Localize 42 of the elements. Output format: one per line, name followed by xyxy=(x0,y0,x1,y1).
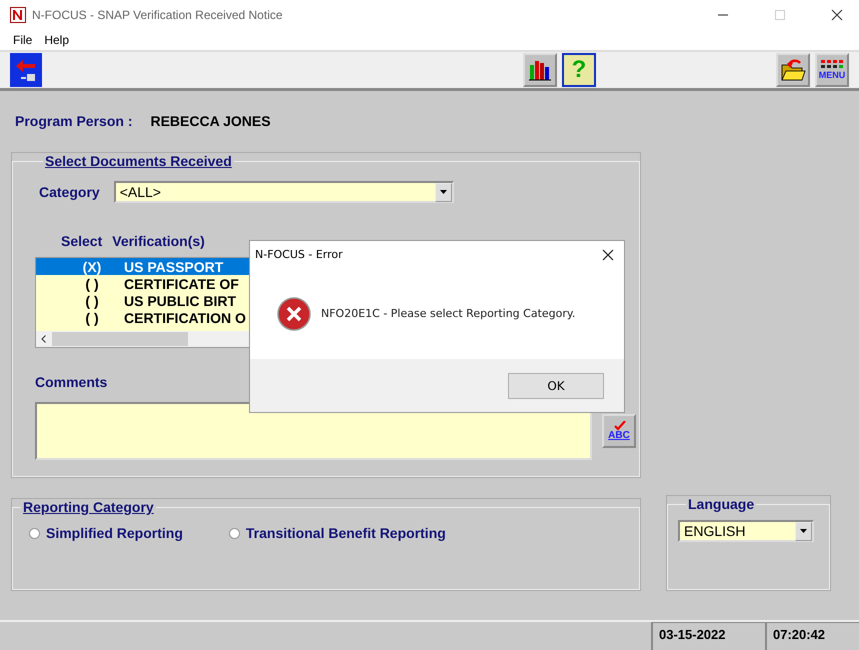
open-folder-button[interactable] xyxy=(776,53,810,87)
exit-button[interactable] xyxy=(10,53,42,87)
group-title: Select Documents Received xyxy=(44,153,233,169)
dialog-title: N-FOCUS - Error xyxy=(255,248,343,261)
verification-row[interactable]: ( ) US PUBLIC BIRT xyxy=(36,292,250,309)
status-time: 07:20:42 xyxy=(765,622,859,650)
scroll-left-icon[interactable] xyxy=(41,335,46,343)
dropdown-arrow-icon xyxy=(800,529,807,533)
chart-button[interactable] xyxy=(523,53,557,87)
error-message: NFO20E1C - Please select Reporting Category. xyxy=(321,307,576,320)
menu-button[interactable]: MENU xyxy=(815,53,849,87)
status-date: 03-15-2022 xyxy=(651,622,765,650)
category-label: Category xyxy=(39,184,100,200)
comments-label: Comments xyxy=(35,374,108,390)
error-icon xyxy=(277,296,311,330)
close-icon[interactable] xyxy=(602,248,614,260)
ok-button[interactable]: OK xyxy=(508,372,604,398)
column-header: Verification(s) xyxy=(112,233,205,249)
verification-row[interactable]: ( ) CERTIFICATION O xyxy=(36,309,250,326)
radio-option[interactable]: Transitional Benefit Reporting xyxy=(228,525,446,541)
maximize-icon xyxy=(774,9,786,21)
keypad-icon xyxy=(820,60,844,71)
checkmark-icon xyxy=(611,421,627,431)
radio-option[interactable]: Simplified Reporting xyxy=(29,525,183,541)
close-icon[interactable] xyxy=(831,9,843,21)
language-dropdown[interactable]: ENGLISH xyxy=(678,520,814,542)
dropdown-arrow-icon xyxy=(440,190,447,194)
category-dropdown[interactable]: <ALL> xyxy=(114,181,454,203)
spell-check-button[interactable]: ABC xyxy=(602,414,636,448)
program-person-name: REBECCA JONES xyxy=(150,113,271,129)
folder-icon xyxy=(779,57,807,83)
verification-row[interactable]: ( ) CERTIFICATE OF xyxy=(36,275,250,292)
group-title: Language xyxy=(687,496,756,512)
horizontal-scrollbar[interactable] xyxy=(36,331,250,347)
app-logo-icon xyxy=(10,7,26,23)
menu-item[interactable]: Help xyxy=(44,33,70,47)
window-title: N-FOCUS - SNAP Verification Received Notice xyxy=(32,8,283,22)
menu-item[interactable]: File xyxy=(13,33,32,47)
column-header: Select xyxy=(61,233,102,249)
program-person-label: Program Person : xyxy=(15,113,132,129)
verification-row[interactable]: (X) US PASSPORT xyxy=(36,258,250,275)
group-title: Reporting Category xyxy=(22,499,155,515)
